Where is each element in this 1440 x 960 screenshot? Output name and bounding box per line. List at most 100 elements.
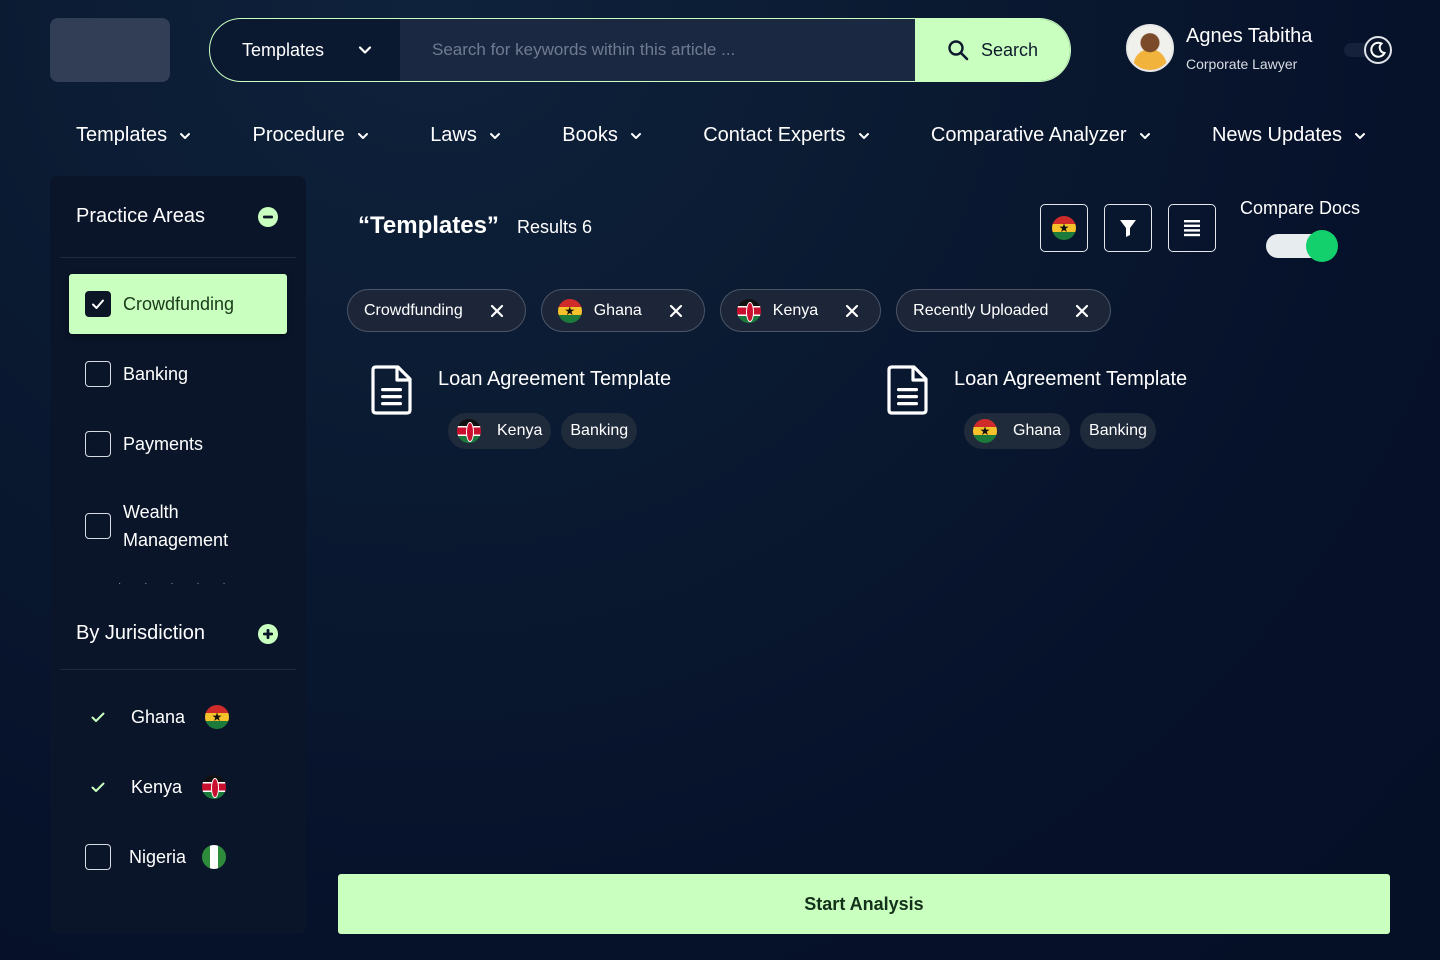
filter-chip-label: Recently Uploaded [913, 301, 1049, 319]
user-name: Agnes Tabitha [1186, 24, 1313, 47]
jurisdiction-label: Nigeria [129, 846, 187, 867]
collapse-minus-icon[interactable] [258, 206, 278, 227]
kenya-flag-icon [457, 419, 481, 443]
nav-comparative-analyzer[interactable]: Comparative Analyzer [931, 124, 1151, 147]
nav-news-updates[interactable]: News Updates [1212, 124, 1366, 147]
document-card[interactable]: Loan Agreement Template Kenya Banking [370, 364, 671, 449]
close-icon[interactable] [842, 304, 862, 318]
nav-contact-experts[interactable]: Contact Experts [703, 124, 869, 147]
app-logo[interactable] [50, 18, 170, 82]
area-tag: Banking [561, 413, 638, 449]
main-nav: Templates Procedure Laws Books Contact E… [76, 124, 1366, 147]
nav-templates[interactable]: Templates [76, 124, 191, 147]
checkbox[interactable] [85, 844, 111, 870]
document-icon [371, 365, 412, 415]
ghana-flag-icon [205, 705, 230, 729]
more-items-indicator: · · · · · [118, 578, 236, 589]
checkbox[interactable] [85, 291, 111, 317]
expand-plus-icon[interactable] [258, 623, 278, 644]
list-view-button[interactable] [1168, 204, 1216, 252]
country-tag: Ghana [964, 413, 1071, 449]
search-category-label: Templates [242, 39, 325, 60]
nav-label: News Updates [1211, 124, 1342, 146]
practice-item-crowdfunding[interactable]: Crowdfunding [69, 274, 287, 334]
ghana-flag-icon [557, 298, 582, 323]
list-icon [1184, 220, 1200, 237]
filter-chip-label: Kenya [772, 301, 819, 319]
close-icon[interactable] [666, 304, 686, 318]
chevron-down-icon [489, 132, 500, 139]
jurisdiction-item-ghana[interactable]: Ghana [50, 682, 306, 752]
practice-item-label: Wealth Management [123, 502, 229, 550]
start-analysis-button[interactable]: Start Analysis [338, 874, 1390, 934]
results-count: Results 6 [517, 217, 593, 237]
practice-item-label: Payments [123, 433, 204, 454]
chevron-down-icon [630, 132, 641, 139]
tag-label: Ghana [1013, 422, 1062, 439]
document-title: Loan Agreement Template [954, 368, 1188, 390]
country-tag: Kenya [448, 413, 552, 449]
filter-chip-label: Crowdfunding [364, 301, 463, 319]
checked-indicator[interactable] [85, 709, 111, 725]
results-title: “Templates” [358, 212, 499, 239]
dark-mode-knob [1364, 36, 1392, 64]
search-button-label: Search [980, 39, 1039, 60]
nav-laws[interactable]: Laws [430, 124, 501, 147]
area-tag: Banking [1080, 413, 1156, 449]
document-title: Loan Agreement Template [438, 368, 672, 390]
checkbox[interactable] [85, 513, 111, 539]
search-category-dropdown[interactable]: Templates [210, 19, 400, 81]
nav-books[interactable]: Books [562, 124, 642, 147]
practice-item-payments[interactable]: Payments [69, 414, 287, 474]
user-profile[interactable]: Agnes Tabitha Corporate Lawyer [1126, 24, 1312, 72]
compare-toggle-knob [1306, 230, 1338, 262]
filter-chip-ghana: Ghana [540, 289, 705, 332]
country-filter-button[interactable] [1040, 204, 1088, 252]
close-icon[interactable] [1072, 304, 1092, 318]
practice-item-banking[interactable]: Banking [69, 344, 287, 404]
check-icon [91, 782, 105, 792]
chevron-down-icon [180, 132, 191, 139]
search-input[interactable] [400, 19, 915, 81]
filter-chip-kenya: Kenya [719, 289, 882, 332]
practice-areas-header[interactable]: Practice Areas [60, 176, 296, 258]
kenya-flag-icon [736, 298, 761, 323]
user-role: Corporate Lawyer [1186, 55, 1298, 72]
filter-button[interactable] [1104, 204, 1152, 252]
search-button[interactable]: Search [915, 19, 1070, 81]
avatar [1126, 24, 1174, 72]
practice-item-label: Crowdfunding [123, 293, 235, 314]
jurisdiction-header[interactable]: By Jurisdiction [60, 598, 296, 670]
filter-chip-label: Ghana [593, 301, 642, 319]
practice-item-label: Banking [123, 363, 189, 384]
jurisdiction-item-nigeria[interactable]: Nigeria [50, 822, 306, 892]
tag-label: Kenya [497, 422, 543, 439]
practice-item-wealth-management[interactable]: Wealth Management [69, 484, 287, 568]
filter-funnel-icon [1120, 220, 1136, 237]
active-filters: Crowdfunding Ghana Kenya Recently Upload… [347, 289, 1112, 332]
filter-chip-recently-uploaded: Recently Uploaded [896, 289, 1112, 332]
nav-procedure[interactable]: Procedure [253, 124, 369, 147]
moon-icon [1370, 41, 1387, 58]
compare-docs-toggle[interactable] [1266, 230, 1338, 262]
dark-mode-toggle[interactable] [1344, 36, 1392, 64]
checked-indicator[interactable] [85, 779, 111, 795]
document-card[interactable]: Loan Agreement Template Ghana Banking [886, 364, 1187, 449]
checkbox[interactable] [85, 431, 111, 457]
tag-label: Banking [1089, 422, 1147, 439]
checkbox[interactable] [85, 361, 111, 387]
chevron-down-icon [357, 132, 368, 139]
ghana-flag-icon [1052, 216, 1076, 240]
search-bar: Templates Search [209, 18, 1071, 82]
filter-sidebar: Practice Areas Crowdfunding Banking Paym… [50, 176, 306, 934]
nav-label: Procedure [252, 124, 345, 146]
document-icon [887, 365, 928, 415]
nav-label: Contact Experts [703, 124, 846, 146]
practice-areas-title: Practice Areas [76, 205, 205, 227]
search-icon [948, 40, 969, 61]
close-icon[interactable] [487, 304, 507, 318]
kenya-flag-icon [202, 775, 227, 799]
jurisdiction-item-kenya[interactable]: Kenya [50, 752, 306, 822]
jurisdiction-title: By Jurisdiction [76, 622, 205, 644]
nav-label: Comparative Analyzer [930, 124, 1127, 146]
